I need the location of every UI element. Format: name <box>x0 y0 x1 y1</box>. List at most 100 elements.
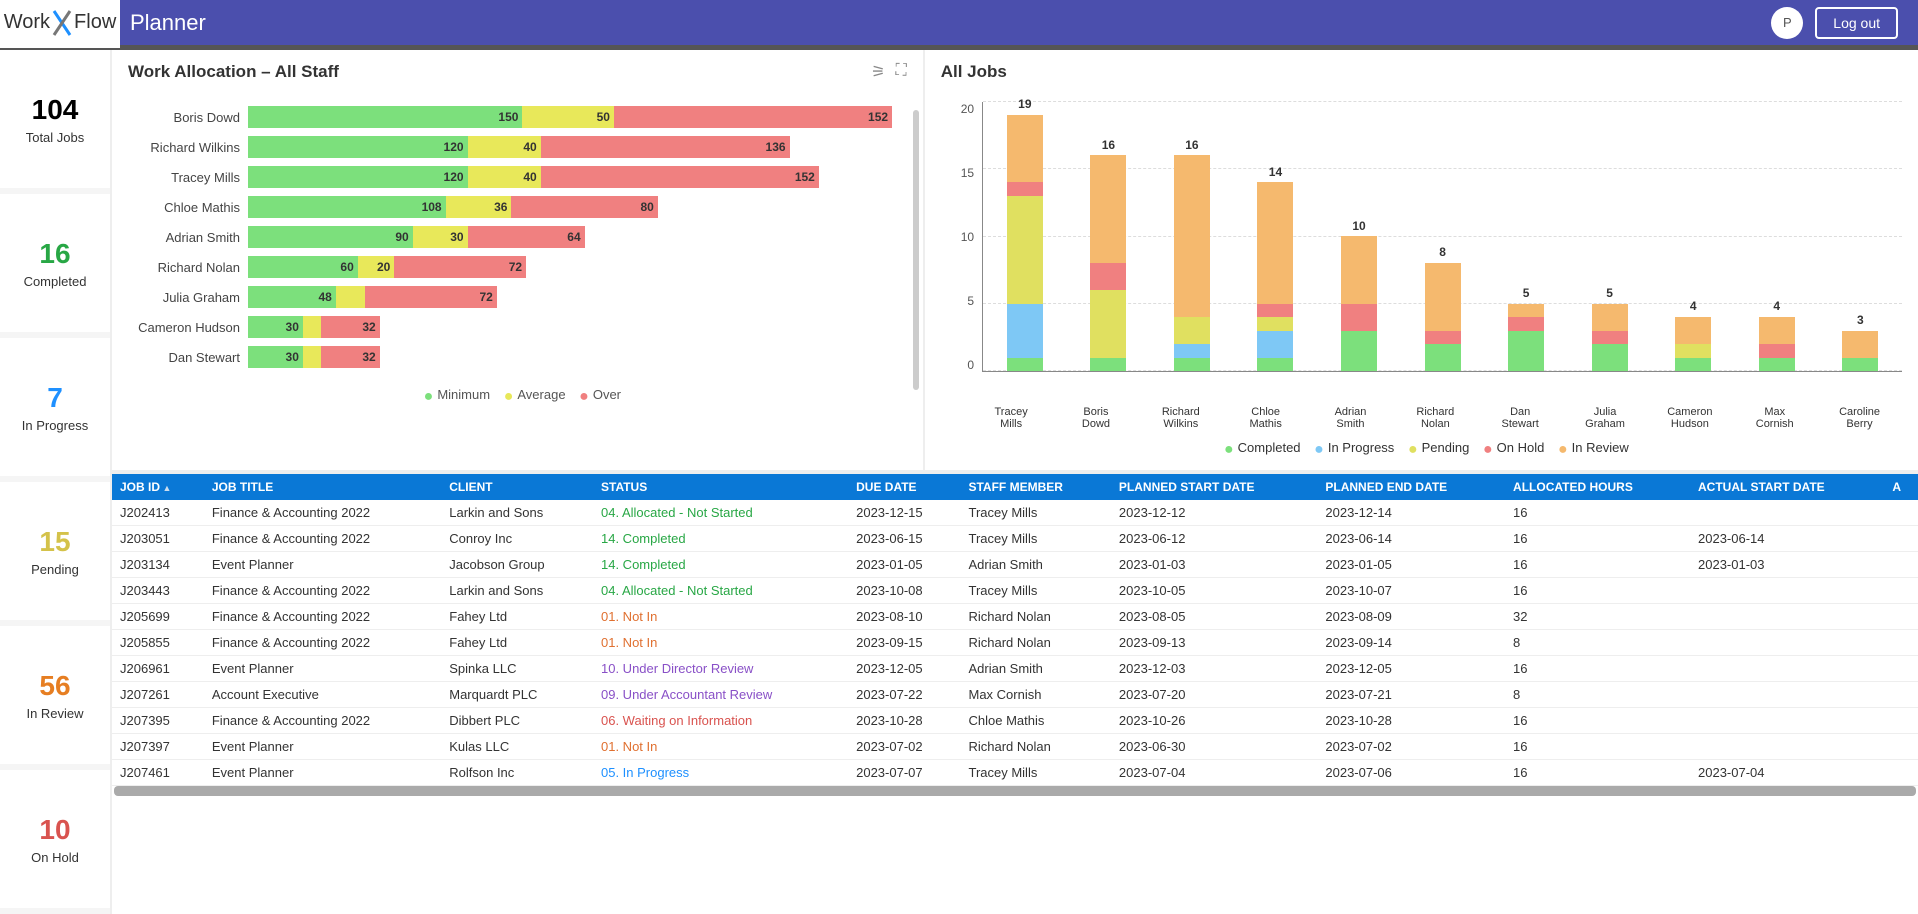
summary-sidebar: 104 Total Jobs 16 Completed 7 In Progress 15Pe… <box>0 50 110 914</box>
table-row[interactable]: J206961Event PlannerSpinka LLC10. Under … <box>112 656 1918 682</box>
alloc-row: Julia Graham4872 <box>128 282 907 312</box>
summary-value: 104 <box>0 94 110 126</box>
table-header[interactable]: CLIENT <box>441 474 593 500</box>
alloc-row: Richard Wilkins12040136 <box>128 132 907 162</box>
jobs-bar[interactable]: 14 <box>1234 102 1318 371</box>
summary-label: Pending <box>0 562 110 577</box>
x-axis-label: BorisDowd <box>1054 402 1139 430</box>
jobs-bar[interactable]: 10 <box>1317 102 1401 371</box>
alloc-staff-name: Dan Stewart <box>128 350 248 365</box>
work-allocation-legend: Minimum Average Over <box>128 387 907 406</box>
table-row[interactable]: J203051Finance & Accounting 2022Conroy I… <box>112 526 1918 552</box>
legend-inprogress: In Progress <box>1304 440 1394 455</box>
logout-button[interactable]: Log out <box>1815 7 1898 39</box>
alloc-staff-name: Richard Wilkins <box>128 140 248 155</box>
table-row[interactable]: J207397Event PlannerKulas LLC01. Not In2… <box>112 734 1918 760</box>
table-header[interactable]: STAFF MEMBER <box>960 474 1110 500</box>
jobs-bar[interactable]: 4 <box>1735 102 1819 371</box>
alloc-row: Tracey Mills12040152 <box>128 162 907 192</box>
logo-text-right: Flow <box>74 11 116 34</box>
summary-card-pending[interactable]: 15Pending <box>0 482 110 626</box>
avatar[interactable]: P <box>1771 7 1803 39</box>
jobs-bar[interactable]: 5 <box>1484 102 1568 371</box>
table-header[interactable]: ACTUAL START DATE <box>1690 474 1884 500</box>
all-jobs-legend: Completed In Progress Pending On Hold In… <box>941 440 1902 459</box>
chart-scrollbar[interactable] <box>913 110 919 390</box>
table-row[interactable]: J203134Event PlannerJacobson Group14. Co… <box>112 552 1918 578</box>
app-logo: Work Flow <box>0 0 120 48</box>
jobs-bar[interactable]: 4 <box>1651 102 1735 371</box>
alloc-staff-name: Boris Dowd <box>128 110 248 125</box>
table-header[interactable]: ALLOCATED HOURS <box>1505 474 1690 500</box>
summary-card-inreview[interactable]: 56 In Review <box>0 626 110 770</box>
table-row[interactable]: J203443Finance & Accounting 2022Larkin a… <box>112 578 1918 604</box>
summary-label: Completed <box>0 274 110 289</box>
page-title: Planner <box>120 10 1771 36</box>
summary-label: On Hold <box>0 850 110 865</box>
table-header[interactable]: PLANNED START DATE <box>1111 474 1317 500</box>
summary-label: In Review <box>0 706 110 721</box>
table-header[interactable]: JOB TITLE <box>204 474 441 500</box>
alloc-staff-name: Chloe Mathis <box>128 200 248 215</box>
filter-icon[interactable]: ⚞ <box>871 62 885 82</box>
table-row[interactable]: J205699Finance & Accounting 2022Fahey Lt… <box>112 604 1918 630</box>
jobs-bar[interactable]: 16 <box>1150 102 1234 371</box>
jobs-table[interactable]: JOB IDJOB TITLECLIENTSTATUSDUE DATESTAFF… <box>112 474 1918 786</box>
legend-inreview: In Review <box>1548 440 1629 455</box>
legend-average: Average <box>494 387 566 402</box>
table-row[interactable]: J205855Finance & Accounting 2022Fahey Lt… <box>112 630 1918 656</box>
logo-text-left: Work <box>4 11 50 34</box>
x-axis-label: AdrianSmith <box>1308 402 1393 430</box>
logo-cross-icon <box>52 9 72 37</box>
jobs-bar[interactable]: 8 <box>1401 102 1485 371</box>
summary-value: 10 <box>0 814 110 846</box>
table-row[interactable]: J207461Event PlannerRolfson Inc05. In Pr… <box>112 760 1918 786</box>
summary-label: Total Jobs <box>0 130 110 145</box>
x-axis-label: RichardNolan <box>1393 402 1478 430</box>
jobs-bar[interactable]: 5 <box>1568 102 1652 371</box>
jobs-bar[interactable]: 16 <box>1067 102 1151 371</box>
summary-card-inprogress[interactable]: 7 In Progress <box>0 338 110 482</box>
expand-icon[interactable]: ⛶ <box>895 62 906 82</box>
table-horizontal-scrollbar[interactable] <box>114 786 1916 796</box>
summary-card-total[interactable]: 104 Total Jobs <box>0 50 110 194</box>
alloc-staff-name: Tracey Mills <box>128 170 248 185</box>
summary-card-completed[interactable]: 16 Completed <box>0 194 110 338</box>
x-axis-label: JuliaGraham <box>1563 402 1648 430</box>
alloc-row: Cameron Hudson3032 <box>128 312 907 342</box>
x-axis-label: CameronHudson <box>1647 402 1732 430</box>
jobs-bar[interactable]: 19 <box>983 102 1067 371</box>
all-jobs-chart[interactable]: 20151050 1916161410855443 <box>941 102 1902 402</box>
jobs-table-wrap[interactable]: JOB IDJOB TITLECLIENTSTATUSDUE DATESTAFF… <box>112 470 1918 914</box>
x-axis-label: RichardWilkins <box>1138 402 1223 430</box>
summary-value: 56 <box>0 670 110 702</box>
legend-completed: Completed <box>1214 440 1301 455</box>
work-allocation-chart[interactable]: Boris Dowd15050152Richard Wilkins1204013… <box>128 102 907 372</box>
x-axis-label: ChloeMathis <box>1223 402 1308 430</box>
table-header[interactable]: A <box>1884 474 1918 500</box>
top-bar: Work Flow Planner P Log out <box>0 0 1918 50</box>
x-axis-label: TraceyMills <box>969 402 1054 430</box>
table-row[interactable]: J207395Finance & Accounting 2022Dibbert … <box>112 708 1918 734</box>
alloc-staff-name: Cameron Hudson <box>128 320 248 335</box>
summary-card-onhold[interactable]: 10 On Hold <box>0 770 110 914</box>
alloc-row: Adrian Smith903064 <box>128 222 907 252</box>
work-allocation-title: Work Allocation – All Staff <box>128 62 907 82</box>
alloc-staff-name: Richard Nolan <box>128 260 248 275</box>
alloc-staff-name: Adrian Smith <box>128 230 248 245</box>
table-header[interactable]: STATUS <box>593 474 848 500</box>
legend-onhold: On Hold <box>1473 440 1544 455</box>
table-row[interactable]: J202413Finance & Accounting 2022Larkin a… <box>112 500 1918 526</box>
summary-value: 7 <box>0 382 110 414</box>
summary-label: In Progress <box>0 418 110 433</box>
table-header[interactable]: JOB ID <box>112 474 204 500</box>
table-header[interactable]: DUE DATE <box>848 474 960 500</box>
summary-value: 16 <box>0 238 110 270</box>
jobs-bar[interactable]: 3 <box>1819 102 1903 371</box>
alloc-row: Richard Nolan602072 <box>128 252 907 282</box>
table-header[interactable]: PLANNED END DATE <box>1317 474 1505 500</box>
legend-over: Over <box>569 387 621 402</box>
x-axis-label: CarolineBerry <box>1817 402 1902 430</box>
table-row[interactable]: J207261Account ExecutiveMarquardt PLC09.… <box>112 682 1918 708</box>
alloc-staff-name: Julia Graham <box>128 290 248 305</box>
